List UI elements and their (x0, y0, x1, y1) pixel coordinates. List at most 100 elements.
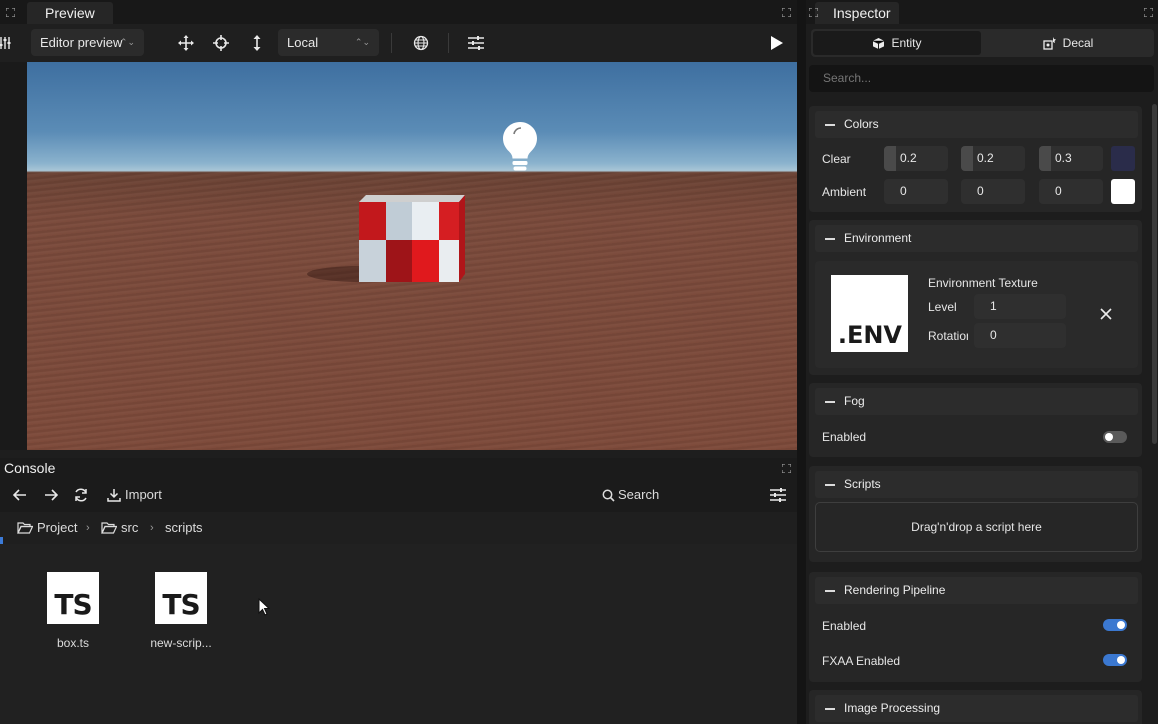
fog-enabled-label: Enabled (822, 430, 867, 444)
expand-icon[interactable] (809, 8, 818, 17)
maximize-icon[interactable] (1144, 8, 1153, 17)
level-field[interactable]: 1 (974, 294, 1066, 319)
fxaa-enabled-toggle[interactable] (1103, 654, 1127, 666)
section-title: Colors (844, 117, 879, 131)
collapse-icon (825, 238, 835, 240)
clear-r-field[interactable]: 0.2 (884, 146, 948, 171)
pipeline-enabled-label: Enabled (822, 619, 867, 633)
scripts-section: Scripts Drag'n'drop a script here (809, 466, 1142, 562)
ambient-color-swatch[interactable] (1111, 179, 1135, 204)
close-icon[interactable] (1100, 308, 1112, 320)
chevron-updown-icon: ⌃⌄ (354, 37, 370, 47)
camera-select[interactable]: Editor preview ⌃⌄ (31, 29, 144, 56)
clear-b-field[interactable]: 0.3 (1039, 146, 1103, 171)
clear-label: Clear (822, 152, 851, 166)
breadcrumb-src[interactable]: src (101, 512, 138, 544)
panel-splitter[interactable] (797, 0, 806, 724)
chevron-right-icon: › (150, 522, 154, 534)
folder-open-icon (17, 522, 33, 534)
folder-open-icon (101, 522, 117, 534)
space-select[interactable]: Local ⌃⌄ (278, 29, 379, 56)
typescript-file-icon: TS (47, 572, 99, 624)
breadcrumb: Project › src › scripts (0, 512, 797, 544)
clear-color-swatch[interactable] (1111, 146, 1135, 171)
forward-arrow-icon[interactable] (42, 486, 60, 504)
typescript-file-icon: TS (155, 572, 207, 624)
ambient-g-value: 0 (977, 184, 984, 198)
collapse-icon (825, 590, 835, 592)
segment-decal[interactable]: Decal (984, 31, 1152, 55)
ambient-g-field[interactable]: 0 (961, 179, 1025, 204)
import-icon[interactable] (105, 486, 123, 504)
segment-entity[interactable]: Entity (813, 31, 981, 55)
filter-sliders-icon[interactable] (769, 486, 787, 504)
chevron-right-icon: › (86, 522, 90, 534)
collapse-icon (825, 124, 835, 126)
scene-cube[interactable] (307, 194, 467, 286)
breadcrumb-src-label: src (121, 520, 139, 535)
import-button[interactable]: Import (125, 478, 162, 512)
breadcrumb-scripts[interactable]: scripts (165, 512, 203, 544)
rendering-pipeline-section: Rendering Pipeline Enabled FXAA Enabled (809, 572, 1142, 682)
tab-inspector[interactable]: Inspector (815, 2, 899, 24)
file-name: new-scrip... (150, 636, 212, 650)
move-tool-icon[interactable] (173, 30, 199, 56)
collapse-icon (825, 708, 835, 710)
settings-sliders-icon[interactable] (463, 30, 489, 56)
script-drop-zone[interactable]: Drag'n'drop a script here (815, 502, 1138, 552)
segment-decal-label: Decal (1062, 36, 1094, 50)
console-panel-header: Console (0, 458, 797, 478)
search-icon (599, 486, 617, 504)
fog-enabled-toggle[interactable] (1103, 431, 1127, 443)
breadcrumb-project-label: Project (37, 520, 78, 535)
env-texture-thumbnail[interactable]: .ENV (831, 275, 908, 352)
tab-preview[interactable]: Preview (27, 2, 113, 24)
fxaa-enabled-label: FXAA Enabled (822, 654, 901, 668)
globe-icon[interactable] (408, 30, 434, 56)
section-title: Environment (844, 231, 912, 245)
segment-entity-label: Entity (891, 36, 922, 50)
play-icon[interactable] (764, 30, 790, 56)
colors-section-header[interactable]: Colors (815, 111, 1138, 138)
scale-tool-icon[interactable] (244, 30, 270, 56)
section-title: Scripts (844, 477, 881, 491)
lightbulb-icon[interactable] (501, 120, 539, 174)
ambient-b-field[interactable]: 0 (1039, 179, 1103, 204)
refresh-icon[interactable] (72, 486, 90, 504)
expand-icon[interactable] (6, 8, 15, 17)
file-name: box.ts (56, 636, 89, 650)
breadcrumb-project[interactable]: Project (17, 512, 77, 544)
image-processing-section-header[interactable]: Image Processing (815, 695, 1138, 722)
ambient-label: Ambient (822, 185, 867, 199)
fog-section-header[interactable]: Fog (815, 388, 1138, 415)
back-arrow-icon[interactable] (11, 486, 29, 504)
scripts-section-header[interactable]: Scripts (815, 471, 1138, 498)
maximize-icon[interactable] (782, 8, 791, 17)
image-processing-section: Image Processing (809, 690, 1142, 724)
maximize-icon[interactable] (782, 464, 791, 473)
file-item[interactable]: TS box.ts (33, 572, 113, 650)
scene-viewport[interactable] (27, 62, 797, 450)
file-item[interactable]: TS new-scrip... (141, 572, 221, 650)
environment-section-header[interactable]: Environment (815, 225, 1138, 252)
inspector-scrollbar[interactable] (1152, 104, 1157, 444)
pipeline-enabled-toggle[interactable] (1103, 619, 1127, 631)
inspector-search-input[interactable] (809, 65, 1154, 92)
rotate-tool-icon[interactable] (208, 30, 234, 56)
chevron-updown-icon: ⌃⌄ (119, 37, 135, 47)
rotation-field[interactable]: 0 (974, 323, 1066, 348)
console-title[interactable]: Console (4, 458, 55, 478)
toolbar-divider (391, 33, 392, 53)
clear-b-value: 0.3 (1055, 151, 1072, 165)
space-select-value: Local (287, 35, 319, 50)
collapse-icon (825, 401, 835, 403)
section-title: Rendering Pipeline (844, 583, 946, 597)
sliders-icon[interactable] (0, 30, 18, 56)
clear-g-field[interactable]: 0.2 (961, 146, 1025, 171)
environment-texture-card: .ENV Environment Texture Level 1 Rotatio… (815, 261, 1138, 368)
console-search[interactable]: Search (618, 478, 659, 512)
ambient-r-field[interactable]: 0 (884, 179, 948, 204)
rendering-section-header[interactable]: Rendering Pipeline (815, 577, 1138, 604)
cube-icon (873, 37, 885, 49)
environment-section: Environment .ENV Environment Texture Lev… (809, 220, 1142, 375)
